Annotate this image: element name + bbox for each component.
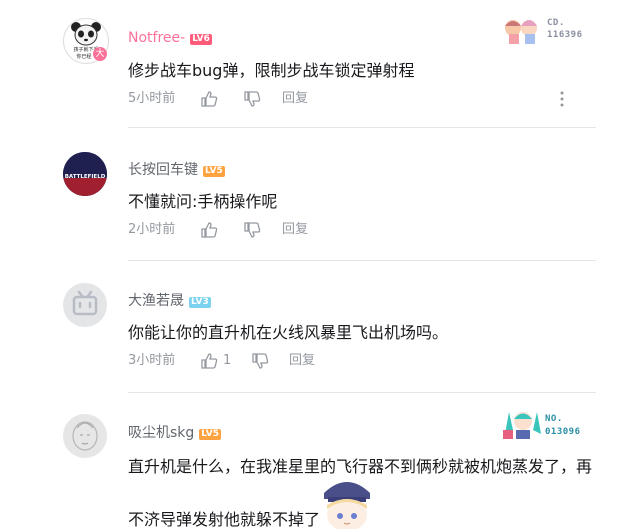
reply-button[interactable]: 回复 [289, 351, 315, 371]
dislike-icon[interactable] [243, 221, 261, 239]
svg-text:BATTLEFIELD: BATTLEFIELD [65, 174, 106, 180]
avatar[interactable] [63, 414, 107, 458]
timestamp: 3小时前 [128, 353, 176, 368]
reply-button[interactable]: 回复 [282, 220, 308, 240]
like-icon[interactable] [200, 90, 218, 108]
username[interactable]: 长按回车键 LV5 [128, 161, 225, 179]
comment-content: 不懂就问:手柄操作呢 [128, 192, 278, 211]
avatar[interactable]: BATTLEFIELD [63, 152, 107, 196]
level-badge: LV5 [203, 166, 225, 177]
like-icon[interactable] [200, 221, 218, 239]
level-badge: LV5 [199, 429, 222, 440]
reply-button[interactable]: 回复 [282, 89, 308, 109]
badge-label: CD. [547, 18, 565, 28]
comment-content-line2: 不济导弹发射他就躲不掉了 [128, 510, 321, 529]
comment-meta: 2小时前 [128, 220, 175, 240]
avatar[interactable] [63, 283, 107, 327]
divider [128, 392, 596, 393]
divider [128, 260, 596, 261]
timestamp: 2小时前 [128, 222, 176, 237]
comment-content: 修步战车bug弹，限制步战车锁定弹射程 [128, 61, 415, 80]
comment-content: 你能让你的直升机在火线风暴里飞出机场吗。 [128, 323, 449, 342]
level-badge: LV6 [190, 34, 212, 45]
fan-badge[interactable]: NO. 013096 [503, 408, 593, 442]
level-badge: LV3 [189, 297, 211, 308]
more-options-icon[interactable] [556, 90, 568, 108]
dislike-icon[interactable] [243, 90, 261, 108]
badge-label: NO. [545, 414, 563, 424]
divider [128, 127, 596, 128]
battlefield-avatar-icon: BATTLEFIELD [63, 152, 107, 196]
like-count: 1 [223, 353, 232, 368]
timestamp: 5小时前 [128, 91, 176, 106]
floating-anime-character-icon [324, 482, 370, 529]
comment-meta: 5小时前 [128, 89, 175, 109]
username[interactable]: 吸尘机skg LV5 [128, 424, 222, 442]
svg-text:你已经: 你已经 [76, 53, 91, 60]
comment-meta: 3小时前 [128, 351, 175, 371]
username[interactable]: 大渔若晟 LV3 [128, 292, 211, 310]
dislike-icon[interactable] [251, 352, 269, 370]
fan-badge[interactable]: CD. 116396 [503, 14, 593, 46]
default-tv-avatar-icon [72, 290, 98, 316]
vip-badge: 大 [93, 47, 107, 61]
like-icon[interactable] [200, 352, 218, 370]
sketch-face-avatar-icon [72, 421, 98, 451]
username[interactable]: Notfree- LV6 [128, 29, 212, 47]
badge-number: 013096 [545, 427, 581, 437]
badge-number: 116396 [547, 30, 583, 40]
anime-figures-icon [505, 20, 537, 44]
miku-figure-icon [503, 412, 541, 439]
